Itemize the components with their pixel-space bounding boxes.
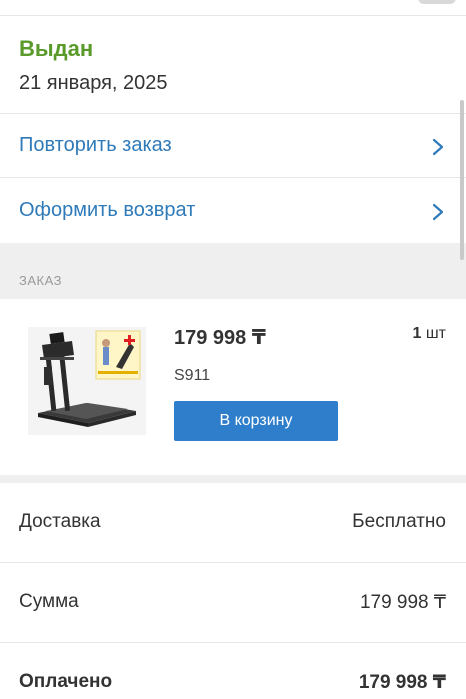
item-sku: S911 <box>174 367 211 384</box>
order-status-date: 21 января, 2025 <box>19 72 168 94</box>
repeat-order-row[interactable]: Повторить заказ <box>0 114 466 178</box>
paid-value: 179 998 ₸ <box>358 672 446 693</box>
summary-row-sum: Сумма 179 998 ₸ <box>0 563 466 643</box>
order-status-title: Выдан <box>19 36 94 61</box>
scrollbar[interactable] <box>460 100 464 260</box>
item-quantity: 1 шт <box>412 325 446 343</box>
add-to-cart-button[interactable]: В корзину <box>174 401 338 441</box>
paid-label: Оплачено <box>19 671 113 692</box>
top-pill <box>418 0 456 4</box>
summary-row-delivery: Доставка Бесплатно <box>0 483 466 563</box>
chevron-right-icon <box>432 203 444 221</box>
sum-value: 179 998 ₸ <box>359 592 446 613</box>
top-strip <box>0 0 466 16</box>
delivery-value: Бесплатно <box>352 511 446 532</box>
repeat-order-label: Повторить заказ <box>19 134 172 156</box>
summary-row-paid: Оплачено 179 998 ₸ <box>0 643 466 699</box>
item-quantity-unit: шт <box>425 325 446 342</box>
sum-label: Сумма <box>19 591 79 612</box>
order-item: 179 998 ₸ 1 шт S911 В корзину <box>0 299 466 475</box>
item-quantity-value: 1 <box>412 325 422 342</box>
return-order-row[interactable]: Оформить возврат <box>0 179 466 243</box>
treadmill-product-image[interactable] <box>28 327 146 435</box>
section-divider <box>0 475 466 483</box>
return-order-label: Оформить возврат <box>19 199 196 221</box>
delivery-label: Доставка <box>19 511 101 532</box>
order-status-block: Выдан 21 января, 2025 <box>0 16 466 114</box>
order-section-title: ЗАКАЗ <box>19 273 62 288</box>
order-section-header: ЗАКАЗ <box>0 243 466 299</box>
item-price: 179 998 ₸ <box>174 327 266 349</box>
chevron-right-icon <box>432 138 444 156</box>
